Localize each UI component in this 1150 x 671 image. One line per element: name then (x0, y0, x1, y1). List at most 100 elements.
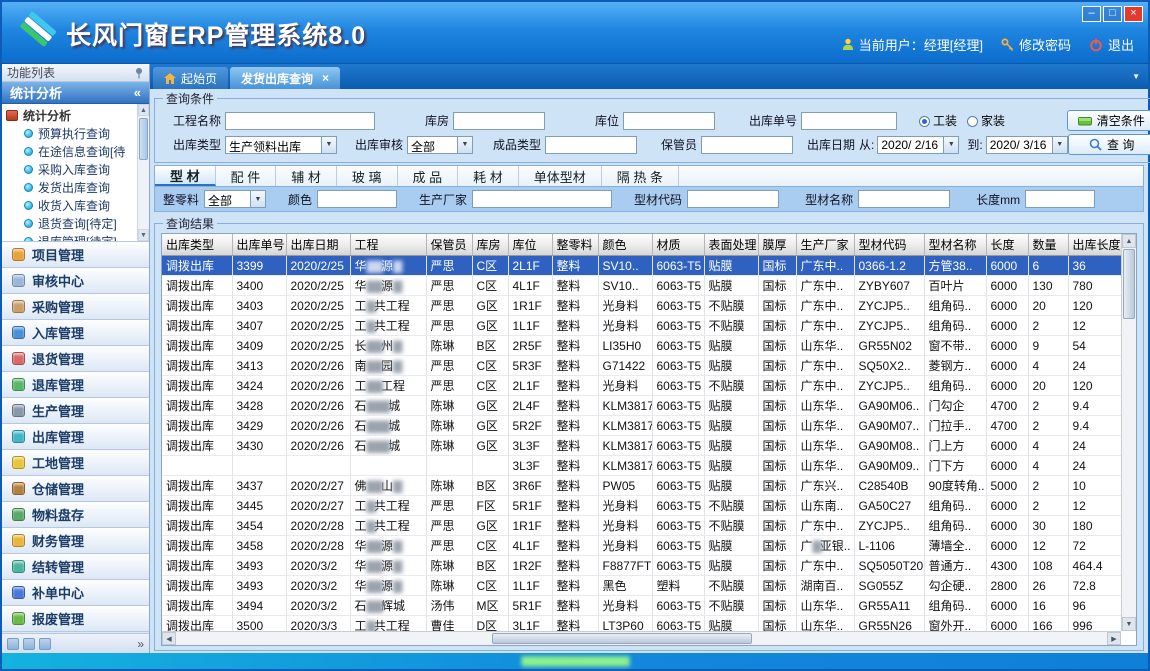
column-header[interactable]: 出库长度 (1068, 234, 1121, 256)
tree-item[interactable]: 发货出库查询 (6, 178, 149, 196)
date-from-picker[interactable]: 2020/ 2/16▼ (877, 136, 959, 154)
profile-code-input[interactable] (687, 190, 779, 208)
tree-item[interactable]: 采购入库查询 (6, 160, 149, 178)
column-header[interactable]: 型材名称 (924, 234, 986, 256)
column-header[interactable]: 出库类型 (162, 234, 232, 256)
material-tab-成品[interactable]: 成 品 (398, 166, 459, 186)
radio-work-option[interactable]: 工装 (919, 112, 957, 129)
table-row[interactable]: 调拨出库34942020/3/2石▇▇辉城汤伟M区5R1F整料光身料6063-T… (162, 596, 1121, 616)
sidebar-group-退库管理[interactable]: 退库管理 (2, 372, 149, 398)
chevron-down-icon[interactable]: ▼ (321, 137, 336, 153)
scroll-up-icon[interactable]: ▲ (1122, 234, 1136, 248)
column-header[interactable]: 数量 (1028, 234, 1068, 256)
radio-home-option[interactable]: 家装 (967, 112, 1005, 129)
column-header[interactable]: 生产厂家 (796, 234, 854, 256)
chevron-down-icon[interactable]: ▼ (943, 137, 958, 153)
tree-item[interactable]: 在途信息查询[待 (6, 142, 149, 160)
column-header[interactable]: 库位 (508, 234, 552, 256)
sidebar-group-结转管理[interactable]: 结转管理 (2, 554, 149, 580)
tree-item[interactable]: 退货查询[待定] (6, 214, 149, 232)
chevron-down-icon[interactable]: ▼ (250, 191, 265, 207)
material-tab-配件[interactable]: 配 件 (216, 166, 277, 186)
date-to-picker[interactable]: 2020/ 3/16▼ (986, 136, 1068, 154)
tab-list-dropdown-icon[interactable]: ▼ (1132, 72, 1140, 81)
product-type-input[interactable] (545, 136, 637, 154)
tree-scroll-thumb[interactable] (139, 118, 148, 160)
whole-part-select[interactable]: 全部▼ (204, 190, 266, 208)
material-tab-耗材[interactable]: 耗 材 (458, 166, 519, 186)
column-header[interactable]: 型材代码 (854, 234, 924, 256)
table-row[interactable]: 调拨出库34582020/2/28华▇▇源▇严思C区4L1F整料光身料6063-… (162, 536, 1121, 556)
table-row[interactable]: 调拨出库34452020/2/27工▇共工程严思F区5R1F整料光身料6063-… (162, 496, 1121, 516)
maximize-button[interactable]: □ (1103, 6, 1122, 22)
chevron-down-icon[interactable]: ▼ (1052, 137, 1067, 153)
tree-item[interactable]: 退库管理[待定] (6, 232, 149, 242)
vertical-scrollbar[interactable]: ▲ ▼ (1121, 234, 1136, 631)
table-row[interactable]: 调拨出库34932020/3/2华▇▇源▇陈琳B区1R2F整料F8877FT60… (162, 556, 1121, 576)
column-header[interactable]: 长度 (986, 234, 1028, 256)
manufacturer-input[interactable] (472, 190, 612, 208)
scroll-down-icon[interactable]: ▼ (138, 229, 149, 241)
table-row[interactable]: 调拨出库34132020/2/26南▇▇园▇严思C区5R3F整料G7142260… (162, 356, 1121, 376)
footer-tool-icon-1[interactable] (7, 638, 19, 650)
collapse-icon[interactable]: « (134, 85, 141, 100)
more-buttons-chevron[interactable]: » (137, 637, 144, 651)
project-name-input[interactable] (225, 112, 375, 130)
table-row[interactable]: 调拨出库34092020/2/25长▇▇州▇陈琳B区2R5F整料LI35H060… (162, 336, 1121, 356)
sidebar-group-补单中心[interactable]: 补单中心 (2, 580, 149, 606)
tree-item[interactable]: 预算执行查询 (6, 124, 149, 142)
change-password-button[interactable]: 修改密码 (1001, 35, 1071, 54)
material-tab-辅材[interactable]: 辅 材 (276, 166, 337, 186)
table-row[interactable]: 调拨出库34932020/3/2华▇▇源▇陈琳C区1L1F整料黑色塑料不贴膜国标… (162, 576, 1121, 596)
order-no-input[interactable] (801, 112, 897, 130)
table-row[interactable]: 调拨出库34282020/2/26石▇▇▇城陈琳G区2L4F整料KLM38176… (162, 396, 1121, 416)
column-header[interactable]: 膜厚 (758, 234, 796, 256)
scroll-down-icon[interactable]: ▼ (1122, 617, 1136, 631)
sidebar-group-报废管理[interactable]: 报废管理 (2, 606, 149, 632)
sidebar-group-工地管理[interactable]: 工地管理 (2, 450, 149, 476)
tab-home[interactable]: 起始页 (153, 67, 228, 89)
clear-conditions-button[interactable]: 清空条件 (1067, 110, 1150, 131)
column-header[interactable]: 表面处理 (704, 234, 758, 256)
tree-scrollbar[interactable]: ▲ ▼ (137, 104, 149, 241)
minimize-button[interactable]: – (1082, 6, 1101, 22)
audit-select[interactable]: 全部▼ (407, 136, 473, 154)
table-row[interactable]: 3L3F整料KLM38176063-T5贴膜国标山东华..GA90M09..门下… (162, 456, 1121, 476)
table-row[interactable]: 调拨出库34542020/2/28工▇共工程严思G区1R1F整料光身料6063-… (162, 516, 1121, 536)
column-header[interactable]: 材质 (652, 234, 704, 256)
tree-root-statistics[interactable]: 统计分析 (6, 106, 149, 124)
tree-item[interactable]: 收货入库查询 (6, 196, 149, 214)
radio-work-icon[interactable] (919, 116, 930, 127)
footer-tool-icon-3[interactable] (39, 638, 51, 650)
column-header[interactable]: 颜色 (598, 234, 652, 256)
table-row[interactable]: 调拨出库34302020/2/26石▇▇▇城陈琳G区3L3F整料KLM38176… (162, 436, 1121, 456)
material-tab-型材[interactable]: 型 材 (155, 166, 216, 186)
chevron-down-icon[interactable]: ▼ (457, 137, 472, 153)
radio-home-icon[interactable] (967, 116, 978, 127)
out-type-select[interactable]: 生产领料出库▼ (225, 136, 337, 154)
footer-tool-icon-2[interactable] (23, 638, 35, 650)
material-tab-隔热条[interactable]: 隔 热 条 (602, 166, 679, 186)
keeper-input[interactable] (701, 136, 793, 154)
sidebar-group-采购管理[interactable]: 采购管理 (2, 294, 149, 320)
color-input[interactable] (317, 190, 397, 208)
scroll-up-icon[interactable]: ▲ (138, 104, 149, 116)
table-row[interactable]: 调拨出库34002020/2/25华▇▇源▇严思C区4L1F整料SV10..60… (162, 276, 1121, 296)
table-row[interactable]: 调拨出库34072020/2/25工▇共工程严思G区1L1F整料光身料6063-… (162, 316, 1121, 336)
sidebar-group-仓储管理[interactable]: 仓储管理 (2, 476, 149, 502)
pin-icon[interactable] (134, 67, 144, 79)
horizontal-scroll-thumb[interactable] (492, 633, 752, 644)
sidebar-group-出库管理[interactable]: 出库管理 (2, 424, 149, 450)
table-row[interactable]: 调拨出库34372020/2/27佛▇▇山▇陈琳B区3R6F整料PW056063… (162, 476, 1121, 496)
horizontal-scrollbar[interactable]: ◀ ▶ (162, 631, 1121, 645)
column-header[interactable]: 库房 (472, 234, 508, 256)
tab-close-icon[interactable]: × (322, 73, 329, 83)
column-header[interactable]: 工程 (350, 234, 426, 256)
scroll-left-icon[interactable]: ◀ (162, 632, 176, 645)
column-header[interactable]: 出库日期 (286, 234, 350, 256)
scroll-right-icon[interactable]: ▶ (1107, 632, 1121, 645)
length-input[interactable] (1025, 190, 1095, 208)
sidebar-section-statistics[interactable]: 统计分析 « (2, 82, 149, 104)
column-header[interactable]: 出库单号 (232, 234, 286, 256)
column-header[interactable]: 保管员 (426, 234, 472, 256)
